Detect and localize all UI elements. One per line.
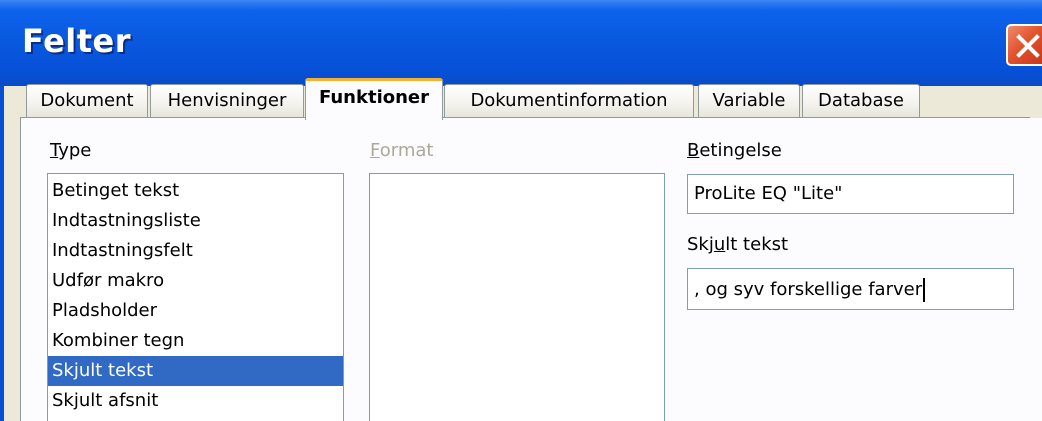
list-item-selected[interactable]: Skjult tekst — [48, 356, 343, 386]
hidden-text-label-before: Skj — [687, 234, 714, 255]
list-item[interactable]: Pladsholder — [48, 296, 343, 326]
close-button[interactable] — [1006, 24, 1042, 66]
type-label-mnemonic: T — [50, 140, 59, 161]
condition-label-rest: etingelse — [699, 140, 782, 161]
list-item[interactable]: Udfør makro — [48, 266, 343, 296]
list-item[interactable]: Kombiner tegn — [48, 326, 343, 356]
condition-label-mnemonic: B — [687, 140, 700, 161]
hidden-text-label-after: lt tekst — [725, 234, 789, 255]
tab-dokumentinformation[interactable]: Dokumentinformation — [444, 84, 694, 118]
hidden-text-label: Skjult tekst — [687, 234, 788, 255]
tab-dokument[interactable]: Dokument — [26, 84, 148, 118]
format-label: Format — [370, 140, 433, 161]
window-frame-left — [0, 86, 4, 421]
hidden-text-input-value: , og syv forskellige farver — [694, 279, 923, 300]
list-item[interactable]: Indtastningsfelt — [48, 236, 343, 266]
hidden-text-input[interactable]: , og syv forskellige farver — [687, 268, 1014, 310]
condition-label: Betingelse — [687, 140, 782, 161]
type-label-rest: ype — [58, 140, 92, 161]
type-label: Type — [50, 140, 91, 161]
tab-variable[interactable]: Variable — [698, 84, 800, 118]
format-listbox — [369, 173, 665, 421]
tab-funktioner[interactable]: Funktioner — [305, 78, 443, 120]
fields-dialog: Felter Dokument Henvisninger Funktioner … — [0, 0, 1042, 421]
format-label-mnemonic: F — [370, 140, 380, 161]
condition-input-value: ProLite EQ "Lite" — [694, 183, 843, 204]
tab-database[interactable]: Database — [802, 84, 920, 118]
title-bar[interactable]: Felter — [0, 0, 1042, 86]
text-cursor — [923, 278, 926, 302]
condition-input[interactable]: ProLite EQ "Lite" — [687, 174, 1014, 214]
title-bar-highlight — [0, 0, 1042, 10]
tab-strip-baseline — [20, 117, 1030, 118]
close-icon — [1016, 34, 1040, 58]
list-item[interactable]: Skjult afsnit — [48, 386, 343, 416]
window-title: Felter — [22, 22, 132, 60]
list-item[interactable]: Betinget tekst — [48, 176, 343, 206]
tab-henvisninger[interactable]: Henvisninger — [150, 84, 304, 118]
type-listbox[interactable]: Betinget tekst Indtastningsliste Indtast… — [47, 173, 344, 421]
hidden-text-label-mnemonic: u — [713, 234, 726, 255]
list-item[interactable]: Indtastningsliste — [48, 206, 343, 236]
format-label-rest: ormat — [379, 140, 434, 161]
